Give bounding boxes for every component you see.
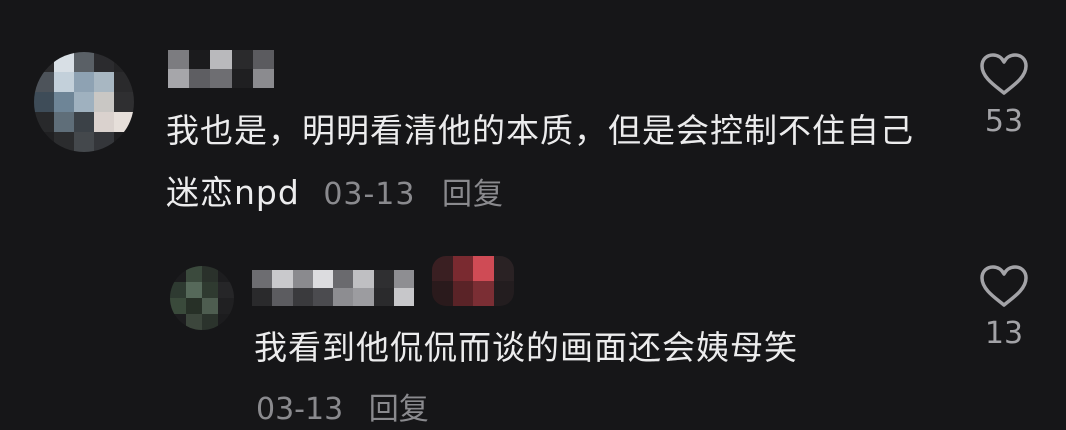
mosaic-pixel	[218, 314, 234, 330]
mosaic-pixel	[34, 52, 54, 72]
comment-1-reply-button[interactable]: 回复	[442, 177, 504, 212]
comment-1-text: 我也是，明明看清他的本质，但是会控制不住自己迷恋npd	[166, 111, 914, 212]
mosaic-pixel	[114, 72, 134, 92]
mosaic-pixel	[114, 132, 134, 152]
mosaic-pixel	[252, 69, 274, 88]
mosaic-pixel	[34, 72, 54, 92]
mosaic-pixel	[353, 288, 374, 306]
mosaic-pixel	[94, 132, 114, 152]
mosaic-pixel	[252, 288, 273, 306]
mosaic-pixel	[34, 92, 54, 112]
mosaic-pixel	[231, 69, 253, 88]
mosaic-pixel	[452, 256, 473, 281]
mosaic-pixel	[202, 298, 218, 314]
mosaic-pixel	[393, 288, 414, 306]
comment-2-meta: 03-13 回复	[256, 390, 429, 430]
mosaic-pixel	[189, 50, 211, 69]
mosaic-pixel	[218, 298, 234, 314]
mosaic-pixel	[493, 281, 514, 306]
comment-1-meta: 03-13 回复	[323, 177, 504, 212]
mosaic-pixel	[252, 50, 274, 69]
comment-1-like-count: 53	[984, 104, 1024, 139]
mosaic-pixel	[74, 92, 94, 112]
mosaic-pixel	[373, 270, 394, 288]
mosaic-pixel	[312, 270, 333, 288]
mosaic-pixel	[231, 50, 253, 69]
mosaic-pixel	[272, 288, 293, 306]
mosaic-pixel	[186, 298, 202, 314]
comment-2-like[interactable]: 13	[964, 264, 1044, 351]
mosaic-pixel	[473, 256, 494, 281]
comment-1: 我也是，明明看清他的本质，但是会控制不住自己迷恋npd 03-13 回复	[166, 100, 926, 226]
mosaic-pixel	[473, 281, 494, 306]
mosaic-pixel	[114, 92, 134, 112]
mosaic-pixel	[333, 288, 354, 306]
mosaic-pixel	[292, 270, 313, 288]
mosaic-pixel	[218, 266, 234, 282]
mosaic-pixel	[493, 256, 514, 281]
mosaic-pixel	[170, 282, 186, 298]
heart-outline-icon[interactable]	[979, 52, 1029, 96]
mosaic-pixel	[114, 112, 134, 132]
mosaic-pixel	[74, 52, 94, 72]
mosaic-pixel	[186, 314, 202, 330]
mosaic-pixel	[186, 266, 202, 282]
mosaic-pixel	[74, 112, 94, 132]
mosaic-pixel	[312, 288, 333, 306]
mosaic-pixel	[252, 270, 273, 288]
mosaic-pixel	[170, 266, 186, 282]
comment-2-reply-button[interactable]: 回复	[369, 392, 429, 427]
mosaic-pixel	[34, 132, 54, 152]
comment-2-like-count: 13	[984, 316, 1024, 351]
mosaic-pixel	[353, 270, 374, 288]
mosaic-pixel	[202, 314, 218, 330]
mosaic-pixel	[54, 52, 74, 72]
mosaic-pixel	[210, 50, 232, 69]
mosaic-pixel	[393, 270, 414, 288]
mosaic-pixel	[170, 314, 186, 330]
mosaic-pixel	[272, 270, 293, 288]
mosaic-pixel	[94, 72, 114, 92]
avatar-commenter-2[interactable]	[170, 266, 234, 330]
heart-outline-icon[interactable]	[979, 264, 1029, 308]
mosaic-pixel	[74, 132, 94, 152]
username-commenter-2[interactable]	[252, 270, 414, 306]
mosaic-pixel	[333, 270, 354, 288]
comment-2-text: 我看到他侃侃而谈的画面还会姨母笑	[254, 328, 798, 367]
mosaic-pixel	[189, 69, 211, 88]
mosaic-pixel	[432, 281, 453, 306]
avatar-commenter-1[interactable]	[34, 52, 134, 152]
mosaic-pixel	[432, 256, 453, 281]
comment-2-date: 03-13	[256, 392, 344, 427]
username-commenter-1[interactable]	[168, 50, 274, 88]
mosaic-pixel	[54, 132, 74, 152]
mosaic-pixel	[202, 266, 218, 282]
mosaic-pixel	[202, 282, 218, 298]
mosaic-pixel	[34, 112, 54, 132]
mosaic-pixel	[114, 52, 134, 72]
mosaic-pixel	[168, 69, 190, 88]
mosaic-pixel	[168, 50, 190, 69]
mosaic-pixel	[94, 92, 114, 112]
mosaic-pixel	[54, 92, 74, 112]
mosaic-pixel	[373, 288, 394, 306]
mosaic-pixel	[170, 298, 186, 314]
mosaic-pixel	[54, 112, 74, 132]
mosaic-pixel	[186, 282, 202, 298]
mosaic-pixel	[94, 52, 114, 72]
mosaic-pixel	[218, 282, 234, 298]
mosaic-pixel	[74, 72, 94, 92]
mosaic-pixel	[54, 72, 74, 92]
mosaic-pixel	[452, 281, 473, 306]
user-badge-commenter-2	[432, 256, 514, 306]
mosaic-pixel	[94, 112, 114, 132]
comment-1-date: 03-13	[323, 177, 416, 212]
comment-1-like[interactable]: 53	[964, 52, 1044, 139]
mosaic-pixel	[292, 288, 313, 306]
mosaic-pixel	[210, 69, 232, 88]
